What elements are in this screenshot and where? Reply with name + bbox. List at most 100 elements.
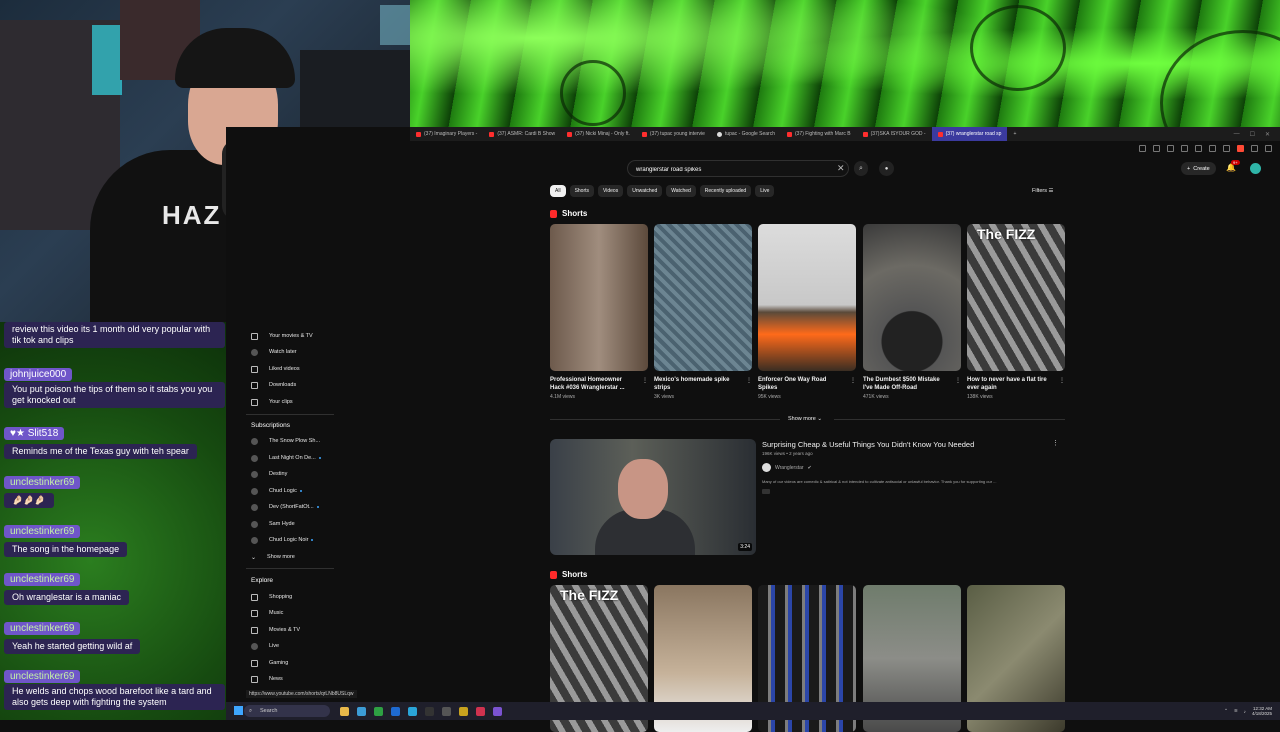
browser-tab[interactable]: (37) Fighting with Marc B	[781, 127, 857, 141]
show-more-shorts-button[interactable]: Show more ⌄	[788, 416, 822, 422]
sidebar-subscription[interactable]: Chud Logic Noir	[251, 535, 314, 545]
chip-live[interactable]: Live	[755, 185, 775, 197]
sidebar-item-live[interactable]: Live	[251, 641, 279, 651]
windows-start-icon[interactable]	[234, 706, 243, 715]
new-tab-button[interactable]: +	[1007, 127, 1022, 141]
short-title[interactable]: The Dumbest $500 Mistake I've Made Off-R…	[863, 376, 951, 392]
more-options-icon[interactable]: ⋮	[642, 377, 648, 384]
browser-tab-active[interactable]: (37) wranglerstar road sp	[931, 127, 1008, 141]
search-button[interactable]: ⌕	[854, 161, 868, 176]
volume-icon[interactable]: ♪	[1244, 709, 1246, 714]
maximize-icon[interactable]: ☐	[1250, 131, 1255, 138]
short-thumbnail[interactable]	[654, 224, 752, 371]
video-thumbnail[interactable]: 3:24	[550, 439, 756, 555]
extension-icon[interactable]	[1181, 144, 1188, 152]
app-icon[interactable]	[459, 706, 468, 716]
extension-icon[interactable]	[1139, 144, 1146, 152]
sidebar-item-clips[interactable]: Your clips	[251, 397, 293, 407]
short-title[interactable]: How to never have a flat tire ever again	[967, 376, 1055, 392]
sidebar-show-more[interactable]: ⌄ Show more	[251, 552, 295, 562]
browser-tab[interactable]: (37) Nicki Minaj - Only ft.	[561, 127, 636, 141]
video-channel[interactable]: Wranglerstar ✔	[762, 463, 812, 472]
sidebar-item-movies[interactable]: Movies & TV	[251, 625, 300, 635]
more-options-icon[interactable]: ⋮	[1052, 439, 1059, 447]
browser-window: (37) Imaginary Players - (37) ASMR: Card…	[226, 127, 1280, 732]
favorites-icon[interactable]	[1209, 144, 1216, 152]
edge-icon[interactable]	[357, 706, 366, 716]
chip-all[interactable]: All	[550, 185, 566, 197]
channel-avatar[interactable]	[762, 463, 771, 472]
downloads-icon[interactable]	[1251, 144, 1258, 152]
chevron-up-icon[interactable]: ⌃	[1224, 708, 1228, 714]
sidebar-subscription[interactable]: Dev (ShortFatOt...	[251, 502, 319, 512]
file-explorer-icon[interactable]	[340, 706, 349, 716]
short-title[interactable]: Professional Homeowner Hack #036 Wrangle…	[550, 376, 638, 392]
short-thumbnail[interactable]	[550, 224, 648, 371]
minimize-icon[interactable]: —	[1234, 131, 1240, 138]
create-button[interactable]: + Create	[1181, 162, 1216, 175]
short-thumbnail[interactable]	[863, 224, 961, 371]
browser-tab[interactable]: (37)SKA ISYOUR GOD -	[857, 127, 932, 141]
sidebar-item-gaming[interactable]: Gaming	[251, 658, 288, 668]
more-options-icon[interactable]: ⋮	[955, 377, 961, 384]
more-options-icon[interactable]: ⋮	[850, 377, 856, 384]
sidebar-item-shopping[interactable]: Shopping	[251, 592, 292, 602]
wifi-icon[interactable]: ≋	[1234, 708, 1238, 714]
short-card[interactable]: Enforcer One Way Road Spikes 95K views ⋮	[758, 224, 856, 400]
short-title[interactable]: Mexico's homemade spike strips	[654, 376, 742, 392]
filters-button[interactable]: Filters ☰	[1032, 188, 1053, 194]
search-input[interactable]	[634, 164, 828, 176]
short-card[interactable]: Professional Homeowner Hack #036 Wrangle…	[550, 224, 648, 400]
obs-icon[interactable]	[442, 706, 451, 716]
clear-search-icon[interactable]: ✕	[837, 163, 845, 174]
short-card[interactable]: Mexico's homemade spike strips 3K views …	[654, 224, 752, 400]
browser-tab[interactable]: (37) ASMR: Cardi B Show	[483, 127, 561, 141]
sidebar-item-downloads[interactable]: Downloads	[251, 380, 296, 390]
sidebar-item-watch-later[interactable]: Watch later	[251, 347, 297, 357]
video-title[interactable]: Surprising Cheap & Useful Things You Did…	[762, 440, 974, 449]
chip-watched[interactable]: Watched	[666, 185, 696, 197]
voice-search-button[interactable]: ●	[879, 161, 894, 176]
browser-tab[interactable]: (37) Imaginary Players -	[410, 127, 483, 141]
search-box[interactable]	[627, 160, 849, 177]
app-icon[interactable]	[476, 706, 485, 716]
sidebar-subscription[interactable]: Destiny	[251, 469, 287, 479]
app-icon[interactable]	[374, 706, 383, 716]
sidebar-item-liked-videos[interactable]: Liked videos	[251, 364, 300, 374]
sidebar-subscription[interactable]: Last Night On De...	[251, 453, 321, 463]
short-card[interactable]: The FIZZ How to never have a flat tire e…	[967, 224, 1065, 400]
browser-tab[interactable]: tupac - Google Search	[711, 127, 781, 141]
app-icon[interactable]	[425, 706, 434, 716]
app-icon[interactable]	[493, 706, 502, 716]
close-window-icon[interactable]: ✕	[1265, 131, 1270, 138]
collections-icon[interactable]	[1223, 144, 1230, 152]
sidebar-item-movies-tv[interactable]: Your movies & TV	[251, 331, 313, 341]
sidebar-item-news[interactable]: News	[251, 674, 283, 684]
profile-icon[interactable]	[1237, 144, 1244, 152]
sidebar-subscription[interactable]: Sam Hyde	[251, 519, 295, 529]
extension-icon[interactable]	[1195, 144, 1202, 152]
chip-recently-uploaded[interactable]: Recently uploaded	[699, 185, 752, 197]
extension-icon[interactable]	[1153, 144, 1160, 152]
menu-icon[interactable]	[1265, 144, 1272, 152]
chip-videos[interactable]: Videos	[598, 185, 624, 197]
app-icon[interactable]	[391, 706, 400, 716]
telegram-icon[interactable]	[408, 706, 417, 716]
more-options-icon[interactable]: ⋮	[746, 377, 752, 384]
clock[interactable]: 12:32 AM 4/18/2025	[1252, 706, 1272, 716]
account-avatar[interactable]	[1250, 163, 1261, 174]
short-thumbnail[interactable]	[758, 224, 856, 371]
short-title[interactable]: Enforcer One Way Road Spikes	[758, 376, 846, 392]
short-thumbnail[interactable]: The FIZZ	[967, 224, 1065, 371]
chip-shorts[interactable]: Shorts	[569, 185, 595, 197]
more-options-icon[interactable]: ⋮	[1059, 377, 1065, 384]
sidebar-subscription[interactable]: Chud Logic	[251, 486, 302, 496]
sidebar-subscription[interactable]: The Snow Plow Sh...	[251, 436, 320, 446]
short-card[interactable]: The Dumbest $500 Mistake I've Made Off-R…	[863, 224, 961, 400]
browser-tab[interactable]: (37) tupac young intervie	[636, 127, 711, 141]
chip-unwatched[interactable]: Unwatched	[627, 185, 663, 197]
extension-icon[interactable]	[1167, 144, 1174, 152]
verified-icon: ✔	[807, 464, 812, 471]
sidebar-item-music[interactable]: Music	[251, 608, 283, 618]
taskbar-search[interactable]: ⌕ Search	[244, 705, 330, 717]
